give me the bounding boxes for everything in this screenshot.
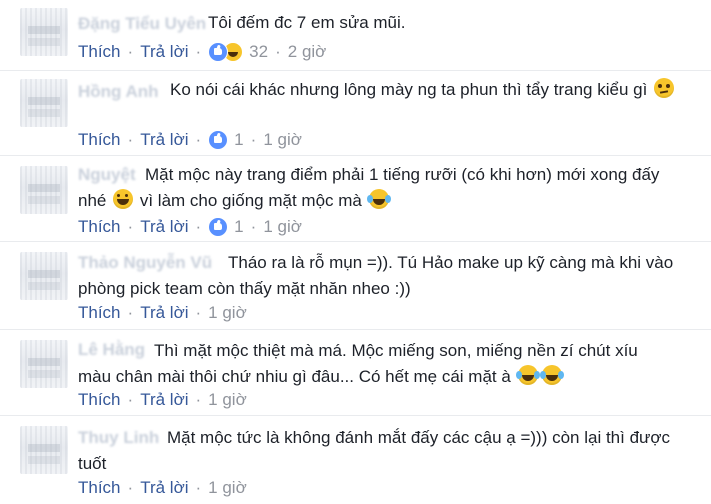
separator: · — [127, 42, 134, 61]
reply-link[interactable]: Trả lời — [140, 478, 188, 498]
avatar[interactable] — [20, 166, 68, 214]
comment-actions: Thích · Trả lời · 1 giờ — [78, 477, 247, 499]
separator: · — [275, 42, 281, 61]
tears-of-joy-emoji-icon — [539, 365, 562, 385]
comment-text: Mặt mộc này trang điểm phải 1 tiếng rưỡi… — [78, 162, 678, 214]
reply-link[interactable]: Trả lời — [140, 217, 188, 237]
reaction-count[interactable]: 32 — [249, 42, 268, 62]
comment-actions: Thích · Trả lời · 1 giờ — [78, 389, 247, 411]
comment-text: Tôi đếm đc 7 em sửa mũi. — [78, 10, 678, 36]
separator: · — [250, 217, 257, 236]
reaction-summary[interactable] — [208, 130, 229, 150]
comment-actions: Thích · Trả lời · 1 · 1 giờ — [78, 129, 302, 151]
separator: · — [195, 130, 202, 149]
comment-time[interactable]: 1 giờ — [263, 217, 302, 237]
comment-text-part: Ko nói cái khác nhưng lông mày ng ta phu… — [170, 80, 648, 99]
separator: · — [195, 217, 202, 236]
comment-text: Tháo ra là rỗ mụn =)). Tú Hảo make up kỹ… — [78, 250, 678, 302]
comment-1: Đặng Tiểu Uyên Tôi đếm đc 7 em sửa mũi. … — [0, 0, 711, 70]
comment-text-part: Tôi đếm đc 7 em sửa mũi. — [208, 13, 406, 32]
comment-time[interactable]: 1 giờ — [208, 478, 247, 498]
avatar[interactable] — [20, 252, 68, 300]
avatar[interactable] — [20, 426, 68, 474]
comment-text: Mặt mộc tức là không đánh mắt đấy các cậ… — [78, 425, 678, 477]
separator: · — [127, 478, 134, 497]
like-icon — [208, 130, 229, 150]
separator: · — [195, 390, 202, 409]
avatar[interactable] — [20, 340, 68, 388]
avatar[interactable] — [20, 79, 68, 127]
separator: · — [195, 478, 202, 497]
avatar[interactable] — [20, 8, 68, 56]
reaction-count[interactable]: 1 — [234, 130, 243, 150]
comment-text: Thì mặt mộc thiệt mà má. Mộc miếng son, … — [78, 338, 673, 390]
reaction-count[interactable]: 1 — [234, 217, 243, 237]
comment-text: Ko nói cái khác nhưng lông mày ng ta phu… — [78, 77, 688, 103]
like-link[interactable]: Thích — [78, 303, 121, 323]
reaction-summary[interactable] — [208, 42, 244, 62]
comment-2: Hồng Anh Ko nói cái khác nhưng lông mày … — [0, 70, 711, 156]
comment-time[interactable]: 1 giờ — [208, 390, 247, 410]
reaction-summary[interactable] — [208, 217, 229, 237]
like-link[interactable]: Thích — [78, 130, 121, 150]
comment-text-part: vì làm cho giống mặt mộc mà — [139, 191, 362, 210]
separator: · — [127, 303, 134, 322]
comment-3: Nguyệt Mặt mộc này trang điểm phải 1 tiế… — [0, 155, 711, 242]
separator: · — [127, 130, 134, 149]
comment-text-part: Mặt mộc tức là không đánh mắt đấy các cậ… — [78, 428, 671, 473]
like-link[interactable]: Thích — [78, 478, 121, 498]
tears-of-joy-emoji-icon — [515, 365, 538, 385]
comment-actions: Thích · Trả lời · 1 · 1 giờ — [78, 216, 302, 238]
reply-link[interactable]: Trả lời — [140, 390, 188, 410]
separator: · — [195, 303, 202, 322]
like-link[interactable]: Thích — [78, 42, 121, 62]
comment-time[interactable]: 1 giờ — [263, 130, 302, 150]
like-link[interactable]: Thích — [78, 390, 121, 410]
comment-text-part: Tháo ra là rỗ mụn =)). Tú Hảo make up kỹ… — [78, 253, 674, 298]
comment-4: Thảo Nguyễn Vũ Tháo ra là rỗ mụn =)). Tú… — [0, 241, 711, 330]
reply-link[interactable]: Trả lời — [140, 303, 188, 323]
comment-time[interactable]: 1 giờ — [208, 303, 247, 323]
separator: · — [250, 130, 257, 149]
comment-time[interactable]: 2 giờ — [288, 42, 327, 62]
reply-link[interactable]: Trả lời — [140, 42, 188, 62]
comment-actions: Thích · Trả lời · 1 giờ — [78, 302, 247, 324]
comment-5: Lê Hằng Thì mặt mộc thiệt mà má. Mộc miế… — [0, 329, 711, 416]
separator: · — [127, 390, 134, 409]
comment-actions: Thích · Trả lời · 32 · 2 giờ — [78, 41, 326, 63]
separator: · — [127, 217, 134, 236]
like-icon — [208, 217, 229, 237]
separator: · — [195, 42, 202, 61]
laughing-emoji-icon — [113, 189, 134, 209]
comment-6: Thuy Linh Mặt mộc tức là không đánh mắt … — [0, 415, 711, 504]
confused-emoji-icon — [654, 78, 675, 98]
reply-link[interactable]: Trả lời — [140, 130, 188, 150]
like-link[interactable]: Thích — [78, 217, 121, 237]
tears-of-joy-emoji-icon — [366, 189, 389, 209]
